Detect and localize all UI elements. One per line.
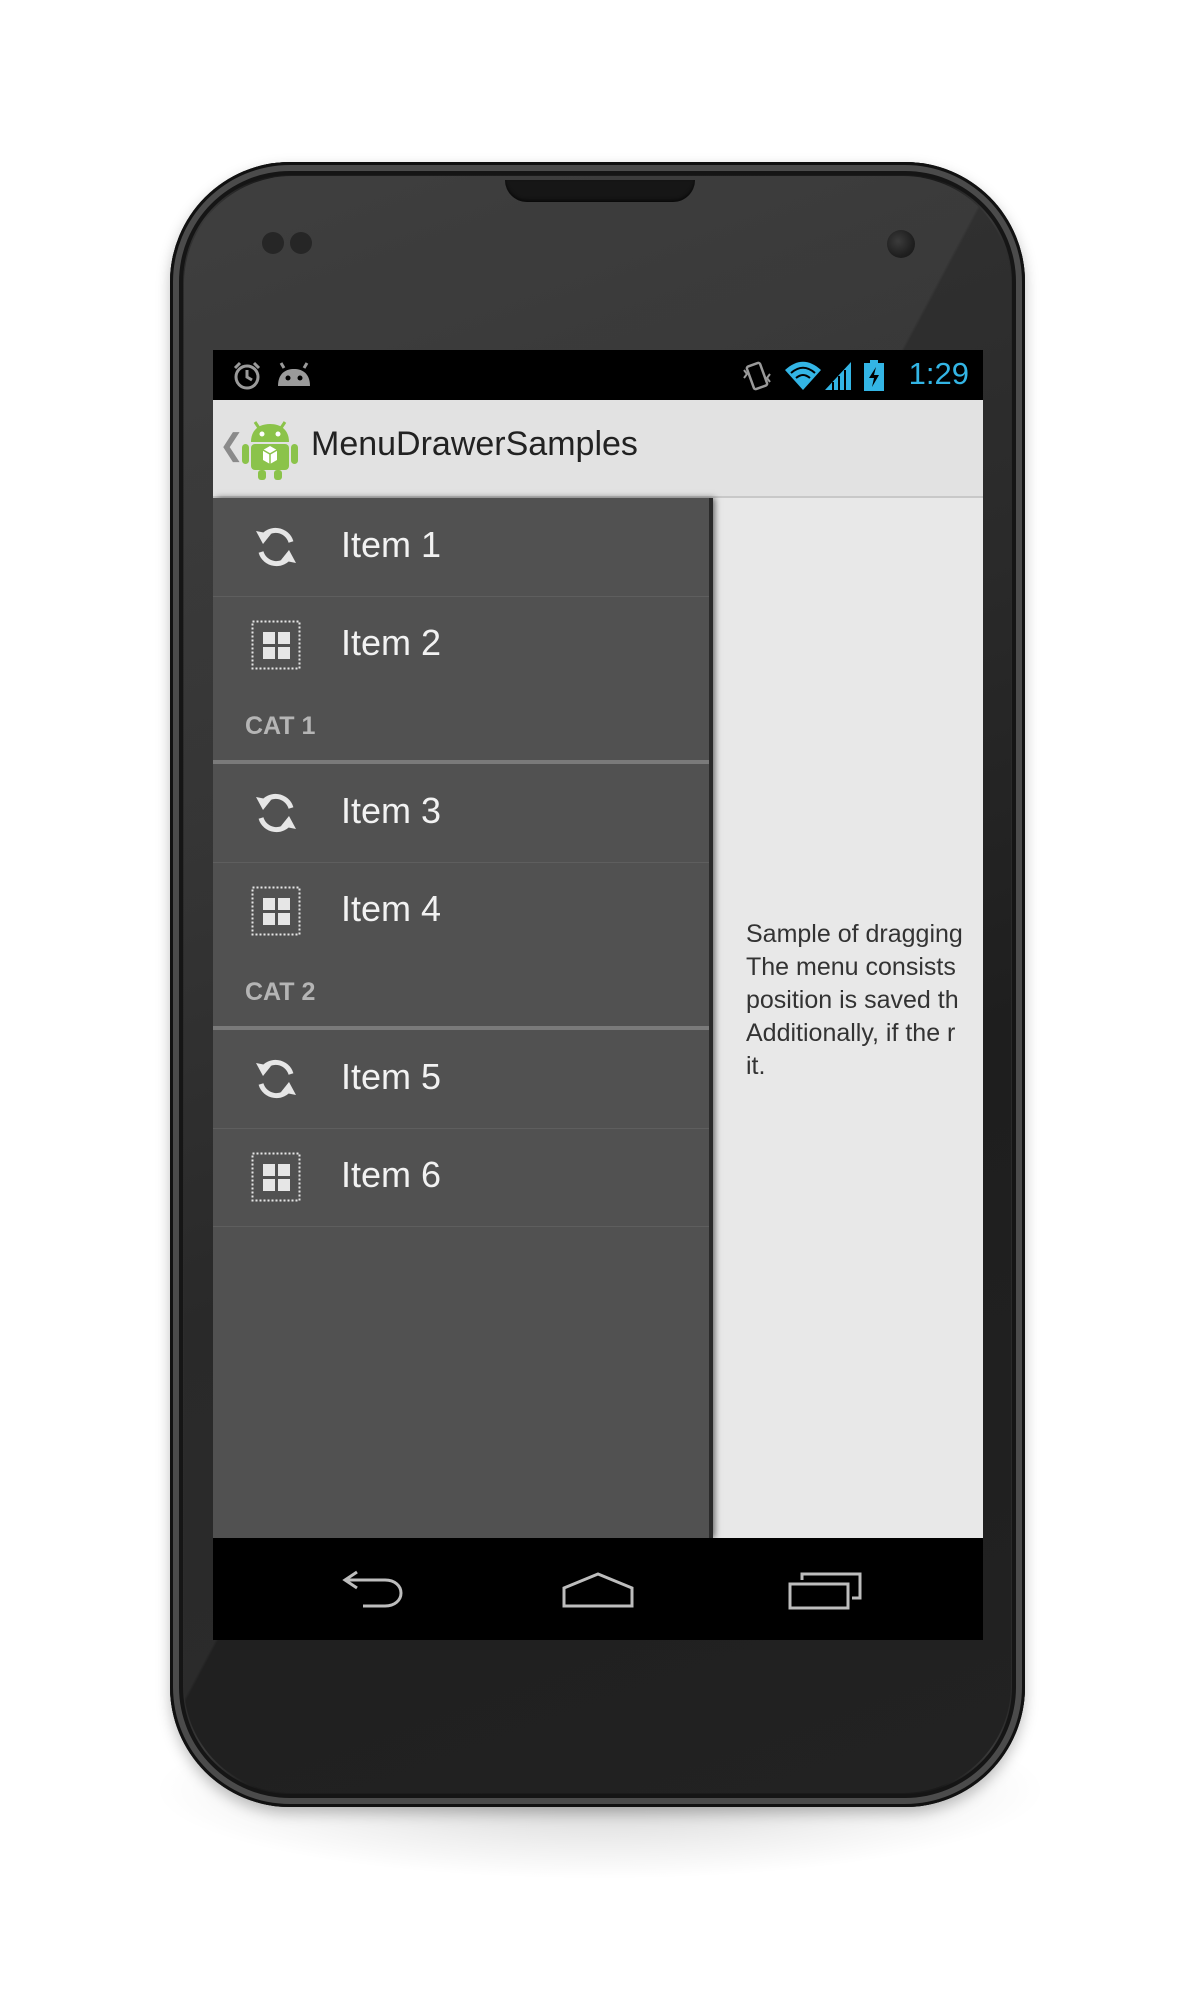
screen: 1:29 ❮ MenuDrawerSamples Sample of dragg… <box>213 350 983 1640</box>
content-line: it. <box>746 1052 766 1080</box>
menu-item-label: Item 1 <box>341 524 442 565</box>
grid-icon <box>251 886 301 936</box>
menu-item-label: Item 4 <box>341 888 442 929</box>
menu-item-2[interactable]: Item 2 <box>213 596 711 694</box>
refresh-icon <box>256 1059 296 1099</box>
navigation-bar <box>213 1538 983 1640</box>
content-line: position is saved th <box>746 986 959 1014</box>
status-bar: 1:29 <box>213 350 983 400</box>
menu-drawer: Item 1 Item 2 CAT 1 Item 3 Item 4 CAT 2 … <box>213 498 711 1538</box>
grid-icon <box>251 1152 301 1202</box>
menu-item-1[interactable]: Item 1 <box>213 498 711 597</box>
menu-item-5[interactable]: Item 5 <box>213 1030 711 1129</box>
category-label: CAT 2 <box>245 978 316 1006</box>
light-sensor <box>290 232 312 254</box>
menu-item-6[interactable]: Item 6 <box>213 1128 711 1227</box>
menu-item-label: Item 2 <box>341 622 442 663</box>
menu-item-4[interactable]: Item 4 <box>213 862 711 960</box>
home-icon[interactable] <box>558 1566 638 1614</box>
menu-item-3[interactable]: Item 3 <box>213 764 711 863</box>
menu-item-label: Item 6 <box>341 1154 442 1195</box>
grid-icon <box>251 620 301 670</box>
battery-charging-icon <box>864 360 884 391</box>
content-line: The menu consists <box>746 953 956 981</box>
alarm-icon <box>233 361 261 390</box>
refresh-icon <box>256 793 296 833</box>
front-camera <box>887 230 915 258</box>
signal-icon <box>825 362 851 390</box>
content-line: Additionally, if the r <box>746 1019 956 1047</box>
wifi-icon <box>785 361 821 390</box>
menu-item-label: Item 3 <box>341 790 442 831</box>
action-bar: ❮ MenuDrawerSamples <box>213 400 983 498</box>
earpiece-speaker <box>505 180 695 202</box>
android-app-icon[interactable] <box>241 416 299 480</box>
android-debug-icon <box>278 362 310 386</box>
app-title: MenuDrawerSamples <box>311 425 638 463</box>
refresh-icon <box>256 527 296 567</box>
proximity-sensor <box>262 232 284 254</box>
category-label: CAT 1 <box>245 712 316 740</box>
drawer-edge-divider[interactable] <box>709 498 713 1538</box>
vibrate-icon <box>743 361 771 391</box>
recent-apps-icon[interactable] <box>786 1566 866 1614</box>
menu-item-label: Item 5 <box>341 1056 442 1097</box>
category-header-2: CAT 2 <box>213 960 711 1030</box>
status-clock: 1:29 <box>908 356 969 391</box>
back-icon[interactable] <box>333 1566 413 1614</box>
category-header-1: CAT 1 <box>213 694 711 764</box>
content-description: Sample of dragging The menu consists pos… <box>746 918 983 1083</box>
content-line: Sample of dragging <box>746 920 963 948</box>
